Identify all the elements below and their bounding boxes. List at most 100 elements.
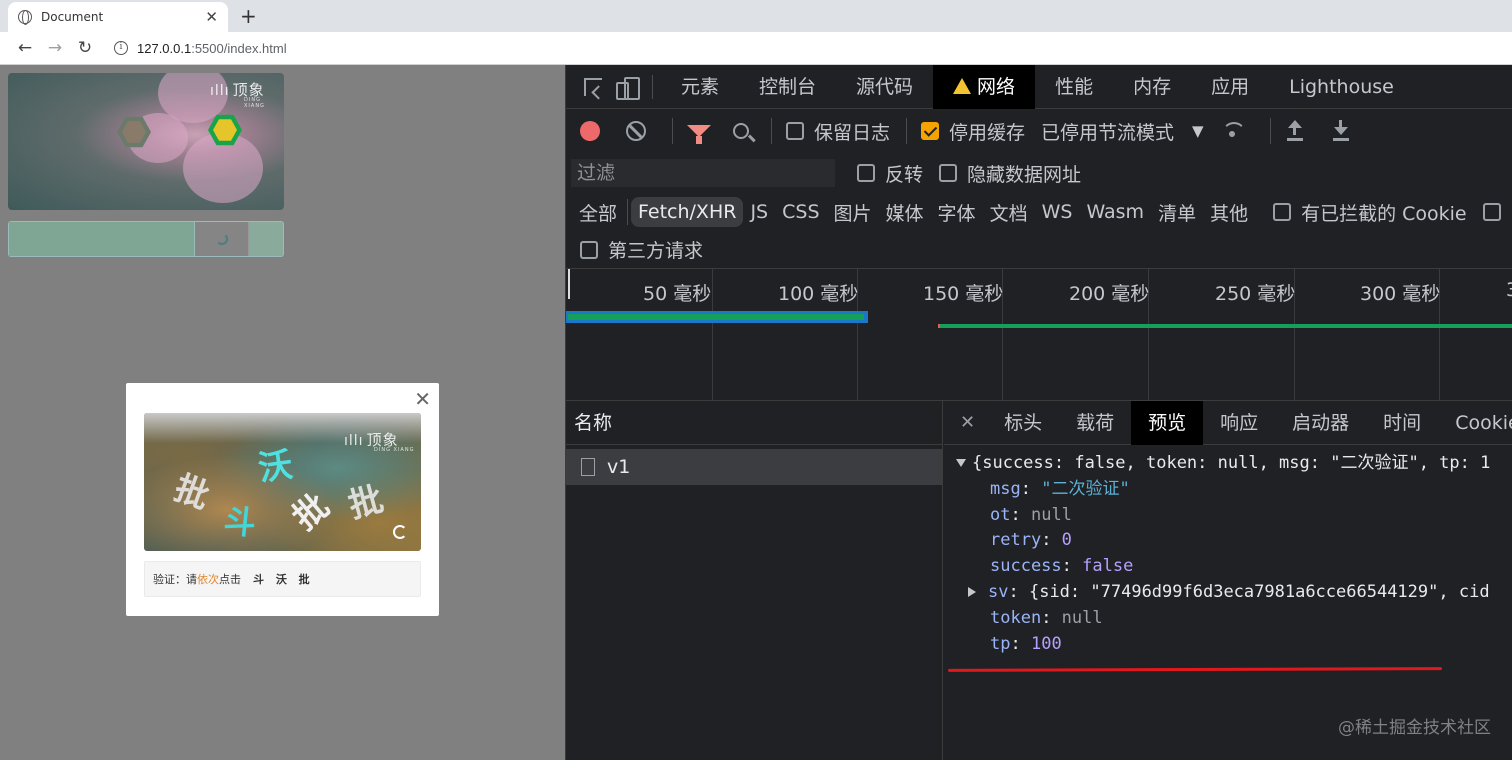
- timeline-request-bar: [940, 324, 1512, 328]
- request-detail: ✕ 标头 载荷 预览 响应 启动器 时间 Cookie {success: fa…: [944, 400, 1512, 760]
- json-summary-line[interactable]: {success: false, token: null, msg: "二次验证…: [956, 451, 1490, 477]
- checkbox-icon: [1273, 203, 1292, 221]
- timeline-request-bar: [566, 311, 868, 323]
- timeline-tick-label: 250 毫秒: [1215, 283, 1296, 305]
- tab-payload[interactable]: 载荷: [1059, 401, 1131, 445]
- page-viewport: ıllı 顶象 DING XIANG ✕ ıllı 顶象 DING XIANG 沃 …: [0, 65, 565, 760]
- captcha-char[interactable]: 批: [169, 461, 218, 519]
- tab-performance[interactable]: 性能: [1035, 65, 1113, 109]
- expand-triangle-icon[interactable]: [956, 459, 966, 467]
- captcha-slider[interactable]: [8, 221, 284, 257]
- devtools-main-tabs: 元素 控制台 源代码 网络 性能 内存 应用 Lighthouse: [566, 64, 1512, 109]
- disable-cache-checkbox[interactable]: 停用缓存: [921, 118, 1025, 145]
- tab-timing[interactable]: 时间: [1366, 401, 1438, 445]
- type-wasm[interactable]: Wasm: [1079, 197, 1151, 227]
- captcha-image[interactable]: ıllı 顶象 DING XIANG 沃 斗 批 批 批: [144, 413, 421, 551]
- tab-application[interactable]: 应用: [1191, 65, 1269, 109]
- captcha-char[interactable]: 沃: [255, 437, 295, 490]
- logo-subtitle: DING XIANG: [374, 447, 415, 453]
- json-property-sv[interactable]: sv: {sid: "77496d99f6d3eca7981a6cce66544…: [956, 580, 1490, 606]
- hide-data-urls-checkbox[interactable]: 隐藏数据网址: [939, 160, 1081, 187]
- type-css[interactable]: CSS: [775, 197, 826, 227]
- timeline-tick-label: 200 毫秒: [1069, 283, 1150, 305]
- tab-cookies[interactable]: Cookie: [1438, 401, 1512, 445]
- devtools-panel: 元素 控制台 源代码 网络 性能 内存 应用 Lighthouse 保留日志 停…: [565, 64, 1512, 760]
- network-conditions-icon[interactable]: [1221, 122, 1246, 140]
- import-har-icon[interactable]: [1285, 120, 1305, 142]
- captcha-prompt: 验证：请 依次 点击 斗 沃 批: [144, 561, 421, 597]
- tab-console[interactable]: 控制台: [739, 65, 836, 109]
- tab-network[interactable]: 网络: [933, 64, 1036, 109]
- back-arrow-icon[interactable]: ←: [10, 38, 40, 58]
- network-overview-timeline[interactable]: 50 毫秒 100 毫秒 150 毫秒 200 毫秒 250 毫秒 300 毫秒…: [566, 269, 1512, 401]
- type-media[interactable]: 媒体: [879, 195, 931, 230]
- json-preview: {success: false, token: null, msg: "二次验证…: [956, 451, 1490, 657]
- tab-headers[interactable]: 标头: [987, 401, 1059, 445]
- logo-subtitle: DING XIANG: [244, 97, 265, 109]
- search-icon[interactable]: [733, 123, 749, 139]
- tab-title: Document: [41, 10, 104, 24]
- checkbox-checked-icon: [921, 122, 940, 140]
- name-column-header[interactable]: 名称: [566, 401, 942, 445]
- type-all[interactable]: 全部: [572, 195, 624, 230]
- tab-memory[interactable]: 内存: [1113, 65, 1191, 109]
- network-lower-split: 名称 v1 ✕ 标头 载荷 预览 响应 启动器 时间 Cookie {succe…: [566, 400, 1512, 760]
- close-icon[interactable]: ✕: [944, 412, 987, 433]
- url-field[interactable]: 127.0.0.1:5500/index.html: [137, 41, 287, 56]
- timeline-tick-label: 100 毫秒: [778, 283, 859, 305]
- type-js[interactable]: JS: [743, 197, 775, 227]
- preserve-log-checkbox[interactable]: 保留日志: [786, 118, 890, 145]
- json-property: success: false: [990, 556, 1134, 577]
- throttling-select[interactable]: 已停用节流模式 ▼: [1041, 118, 1222, 145]
- json-property: retry: 0: [990, 530, 1072, 551]
- refresh-icon[interactable]: [393, 525, 407, 539]
- type-img[interactable]: 图片: [827, 195, 879, 230]
- tab-preview[interactable]: 预览: [1131, 400, 1204, 445]
- tab-sources[interactable]: 源代码: [836, 65, 933, 109]
- timeline-tick-label: 150 毫秒: [923, 283, 1004, 305]
- tab-initiator[interactable]: 启动器: [1275, 401, 1366, 445]
- watermark: @稀土掘金技术社区: [1338, 718, 1491, 738]
- invert-checkbox[interactable]: 反转: [857, 160, 923, 187]
- globe-icon: [18, 10, 32, 25]
- type-font[interactable]: 字体: [931, 195, 983, 230]
- reload-icon[interactable]: ↻: [70, 38, 100, 58]
- browser-tab[interactable]: Document ✕: [8, 2, 228, 32]
- tab-elements[interactable]: 元素: [661, 65, 739, 109]
- forward-arrow-icon[interactable]: →: [40, 38, 70, 58]
- third-party-checkbox[interactable]: 第三方请求: [580, 236, 703, 263]
- type-fetch-xhr[interactable]: Fetch/XHR: [631, 197, 744, 227]
- inspect-element-icon[interactable]: [576, 65, 610, 109]
- tab-response[interactable]: 响应: [1203, 401, 1275, 445]
- request-list: 名称 v1: [566, 401, 943, 760]
- file-icon: [581, 458, 595, 476]
- record-icon[interactable]: [580, 121, 600, 141]
- clear-icon[interactable]: [626, 121, 646, 141]
- new-tab-button[interactable]: +: [240, 4, 257, 28]
- export-har-icon[interactable]: [1331, 120, 1351, 142]
- address-bar: ← → ↻ i 127.0.0.1:5500/index.html: [0, 32, 1512, 65]
- filter-input[interactable]: 过滤: [571, 159, 835, 187]
- captcha-thumbnail[interactable]: ıllı 顶象 DING XIANG: [8, 73, 284, 210]
- type-ws[interactable]: WS: [1035, 197, 1080, 227]
- device-toolbar-icon[interactable]: [610, 65, 644, 109]
- type-manifest[interactable]: 清单: [1151, 195, 1203, 230]
- timeline-tick-label: 3: [1506, 279, 1512, 301]
- captcha-char[interactable]: 斗: [222, 495, 259, 544]
- checkbox-icon[interactable]: [1482, 203, 1501, 221]
- type-doc[interactable]: 文档: [983, 195, 1035, 230]
- blocked-cookies-checkbox[interactable]: 有已拦截的 Cookie: [1273, 199, 1467, 226]
- captcha-char[interactable]: 批: [280, 480, 338, 539]
- type-other[interactable]: 其他: [1203, 195, 1255, 230]
- captcha-char[interactable]: 批: [342, 471, 388, 527]
- slider-handle[interactable]: [195, 222, 249, 256]
- collapse-triangle-icon[interactable]: [968, 586, 976, 597]
- red-annotation-underline: [947, 667, 1443, 672]
- request-row[interactable]: v1: [566, 449, 942, 485]
- checkbox-icon: [939, 164, 958, 182]
- filter-icon[interactable]: [687, 125, 711, 144]
- site-info-icon[interactable]: i: [114, 41, 128, 55]
- tab-lighthouse[interactable]: Lighthouse: [1269, 65, 1414, 109]
- close-tab-icon[interactable]: ✕: [205, 8, 218, 26]
- close-icon[interactable]: ✕: [414, 387, 431, 411]
